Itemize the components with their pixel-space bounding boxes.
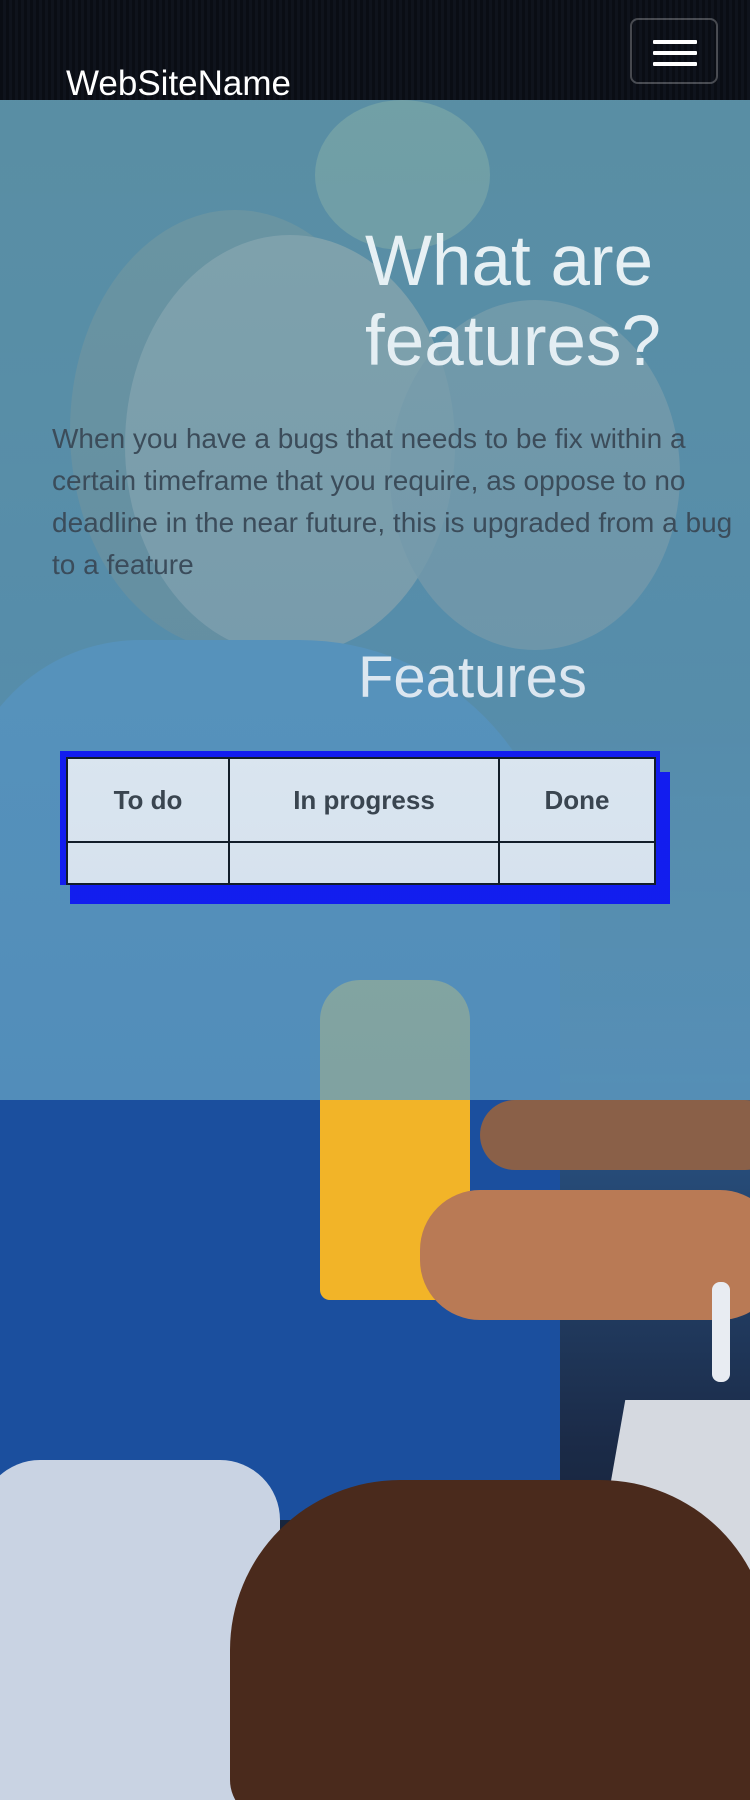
hero-panel: What are features? When you have a bugs … (0, 100, 750, 1100)
done-cell (498, 841, 656, 885)
column-header-in-progress: In progress (228, 757, 500, 843)
hero-title: What are features? (365, 222, 662, 381)
features-board: To do In progress Done (60, 751, 660, 885)
navbar-toggle-button[interactable] (630, 18, 718, 84)
table-header-row: To do In progress Done (66, 757, 656, 843)
brand-link[interactable]: WebSiteName (66, 64, 291, 104)
features-table: To do In progress Done (66, 757, 656, 885)
column-header-todo: To do (66, 757, 230, 843)
navbar: WebSiteName (0, 0, 750, 103)
features-title: Features (358, 645, 587, 710)
table-row (66, 841, 656, 885)
column-header-done: Done (498, 757, 656, 843)
in-progress-cell (228, 841, 500, 885)
hero-description: When you have a bugs that needs to be fi… (52, 423, 733, 580)
todo-cell (66, 841, 230, 885)
